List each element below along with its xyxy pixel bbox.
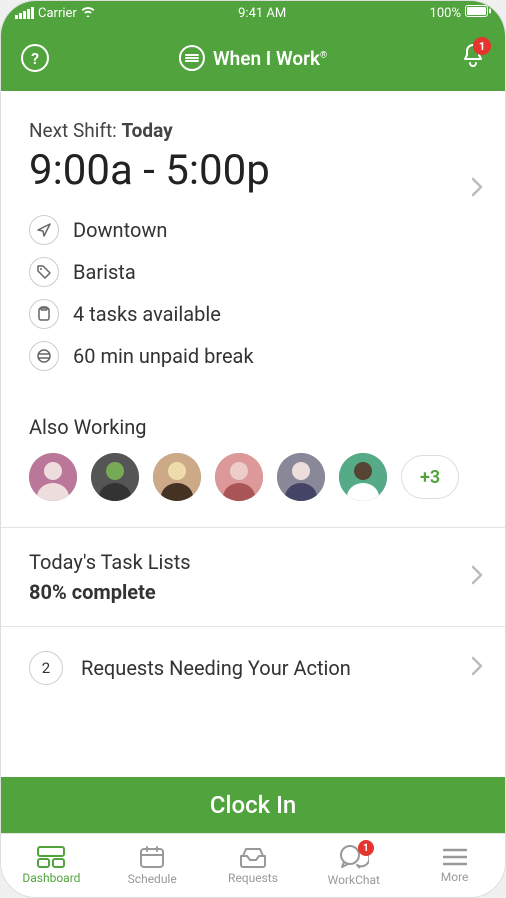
status-bar: Carrier 9:41 AM 100%: [1, 1, 505, 25]
notifications-button[interactable]: 1: [461, 43, 485, 73]
also-working-section: Also Working +3: [1, 401, 505, 527]
also-working-more[interactable]: +3: [401, 455, 459, 499]
shift-role: Barista: [73, 260, 136, 284]
requests-icon: [239, 846, 267, 868]
notifications-badge: 1: [473, 37, 491, 55]
brand: When I Work®: [179, 45, 327, 71]
clock-in-button[interactable]: Clock In: [1, 777, 505, 833]
also-working-title: Also Working: [29, 415, 477, 439]
tab-dashboard[interactable]: Dashboard: [1, 834, 102, 897]
clipboard-icon: [29, 299, 59, 329]
battery-icon: [465, 5, 491, 21]
avatar[interactable]: [277, 453, 325, 501]
brand-icon: [179, 45, 205, 71]
carrier-label: Carrier: [38, 6, 77, 21]
shift-time: 9:00a - 5:00p: [29, 146, 477, 195]
chevron-right-icon: [471, 177, 483, 201]
task-lists-percent: 80% complete: [29, 580, 477, 604]
nav-bar: ? When I Work® 1: [1, 25, 505, 91]
tab-schedule[interactable]: Schedule: [102, 834, 203, 897]
wifi-icon: [81, 6, 95, 21]
tab-requests[interactable]: Requests: [203, 834, 304, 897]
shift-location-row: Downtown: [29, 209, 477, 251]
shift-role-row: Barista: [29, 251, 477, 293]
shift-location: Downtown: [73, 218, 167, 242]
shift-tasks: 4 tasks available: [73, 302, 221, 326]
location-icon: [29, 215, 59, 245]
chevron-right-icon: [471, 565, 483, 589]
clock: 9:41 AM: [238, 6, 286, 21]
break-icon: [29, 341, 59, 371]
signal-icon: [15, 7, 34, 19]
tab-bar: Dashboard Schedule Requests 1 WorkChat M…: [1, 833, 505, 897]
next-shift-card[interactable]: Next Shift: Today 9:00a - 5:00p Downtown: [1, 91, 505, 401]
task-lists-title: Today's Task Lists: [29, 550, 477, 574]
requests-count: 2: [29, 651, 63, 685]
dashboard-icon: [37, 846, 65, 868]
requests-row[interactable]: 2 Requests Needing Your Action: [1, 627, 505, 693]
shift-break: 60 min unpaid break: [73, 344, 254, 368]
avatar[interactable]: [153, 453, 201, 501]
tab-more[interactable]: More: [404, 834, 505, 897]
tag-icon: [29, 257, 59, 287]
avatar[interactable]: [91, 453, 139, 501]
avatar[interactable]: [215, 453, 263, 501]
brand-reg: ®: [320, 50, 327, 60]
task-lists-row[interactable]: Today's Task Lists 80% complete: [1, 528, 505, 626]
shift-break-row: 60 min unpaid break: [29, 335, 477, 377]
avatar[interactable]: [339, 453, 387, 501]
workchat-badge: 1: [358, 840, 374, 856]
shift-tasks-row: 4 tasks available: [29, 293, 477, 335]
requests-title: Requests Needing Your Action: [81, 656, 351, 680]
battery-percent: 100%: [430, 6, 461, 21]
brand-label: When I Work: [213, 47, 320, 70]
help-button[interactable]: ?: [21, 44, 49, 72]
avatar[interactable]: [29, 453, 77, 501]
next-shift-label: Next Shift: Today: [29, 119, 477, 142]
schedule-icon: [139, 845, 165, 869]
tab-workchat[interactable]: 1 WorkChat: [303, 834, 404, 897]
more-icon: [443, 847, 467, 867]
chevron-right-icon: [471, 656, 483, 680]
